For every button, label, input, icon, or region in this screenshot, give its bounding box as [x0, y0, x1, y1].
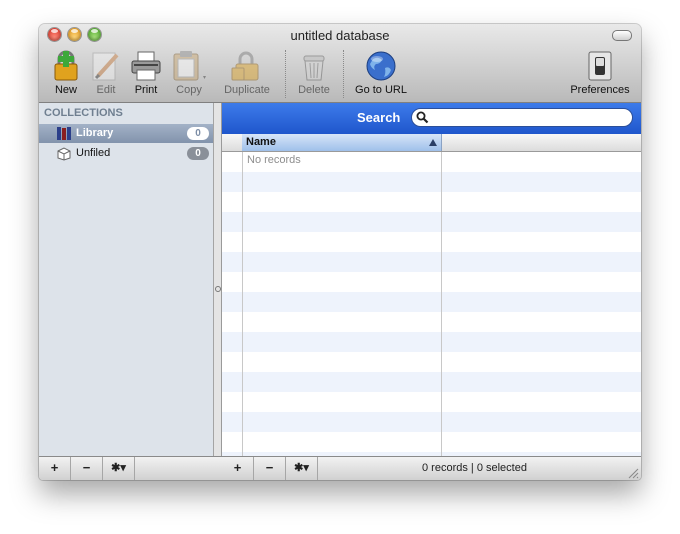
- duplicate-icon: [231, 51, 259, 81]
- collections-header: COLLECTIONS: [44, 107, 123, 119]
- print-button[interactable]: Print: [129, 50, 163, 96]
- count-badge: 0: [187, 147, 209, 160]
- empty-table-message: No records: [247, 154, 301, 166]
- new-label: New: [54, 84, 77, 96]
- copy-button[interactable]: Copy: [169, 50, 209, 96]
- delete-button[interactable]: Delete: [295, 50, 333, 96]
- splitter-handle-icon: [215, 286, 221, 292]
- main-pane: Search Name No records: [222, 103, 641, 456]
- new-button[interactable]: New: [47, 50, 85, 96]
- delete-label: Delete: [298, 84, 330, 96]
- print-label: Print: [134, 84, 158, 96]
- printer-icon: [131, 51, 161, 81]
- sort-ascending-icon: [429, 139, 437, 146]
- edit-icon: [92, 52, 119, 81]
- collection-action-menu-button[interactable]: ✱▾: [103, 457, 135, 480]
- trash-icon: [303, 55, 325, 81]
- main-window: untitled database New Edit Print Copy Du…: [39, 24, 641, 480]
- records-table[interactable]: No records: [222, 152, 641, 456]
- column-header-label: Name: [246, 136, 276, 148]
- preferences-button[interactable]: Preferences: [567, 50, 633, 96]
- window-title: untitled database: [290, 28, 390, 43]
- go-to-url-label: Go to URL: [355, 84, 407, 96]
- preferences-label: Preferences: [570, 84, 630, 96]
- books-icon: [57, 127, 71, 140]
- remove-record-button[interactable]: −: [254, 457, 286, 480]
- search-field[interactable]: [411, 108, 633, 127]
- resize-grip-icon[interactable]: [627, 467, 639, 479]
- column-divider: [242, 152, 243, 456]
- collections-sidebar: COLLECTIONS Library 0 Unfiled 0: [39, 103, 214, 456]
- search-bar: Search: [222, 103, 641, 134]
- copy-label: Copy: [176, 84, 202, 96]
- column-divider: [441, 152, 442, 456]
- new-icon: [54, 50, 78, 81]
- search-icon: [416, 111, 429, 124]
- table-header: Name: [222, 134, 641, 152]
- box-icon: [57, 147, 71, 161]
- record-action-menu-button[interactable]: ✱▾: [286, 457, 318, 480]
- remove-collection-button[interactable]: −: [71, 457, 103, 480]
- record-status-text: 0 records | 0 selected: [422, 462, 527, 474]
- toolbar-separator: [285, 50, 287, 98]
- go-to-url-button[interactable]: Go to URL: [351, 50, 411, 96]
- bottom-bar: + − ✱▾ + − ✱▾ 0 records | 0 selected: [39, 456, 641, 480]
- preferences-switch-icon: [588, 51, 612, 81]
- copy-icon: [173, 51, 206, 81]
- count-badge: 0: [187, 127, 209, 140]
- search-input[interactable]: [434, 110, 628, 127]
- titlebar-toolbar: untitled database New Edit Print Copy Du…: [39, 24, 641, 103]
- sidebar-item-unfiled[interactable]: Unfiled 0: [39, 144, 213, 163]
- table-header-gutter: [222, 134, 243, 151]
- toolbar-toggle-button[interactable]: [612, 30, 632, 41]
- sidebar-item-label: Library: [76, 127, 114, 139]
- globe-icon: [366, 51, 396, 81]
- add-record-button[interactable]: +: [222, 457, 254, 480]
- duplicate-label: Duplicate: [224, 84, 270, 96]
- duplicate-button[interactable]: Duplicate: [219, 50, 275, 96]
- edit-label: Edit: [96, 84, 116, 96]
- sidebar-item-label: Unfiled: [76, 147, 111, 159]
- column-header-name[interactable]: Name: [242, 134, 442, 151]
- add-collection-button[interactable]: +: [39, 457, 71, 480]
- edit-button[interactable]: Edit: [89, 50, 123, 96]
- search-label: Search: [357, 110, 401, 125]
- sidebar-item-library[interactable]: Library 0: [39, 124, 213, 143]
- pane-splitter[interactable]: [214, 103, 222, 456]
- toolbar-separator: [343, 50, 345, 98]
